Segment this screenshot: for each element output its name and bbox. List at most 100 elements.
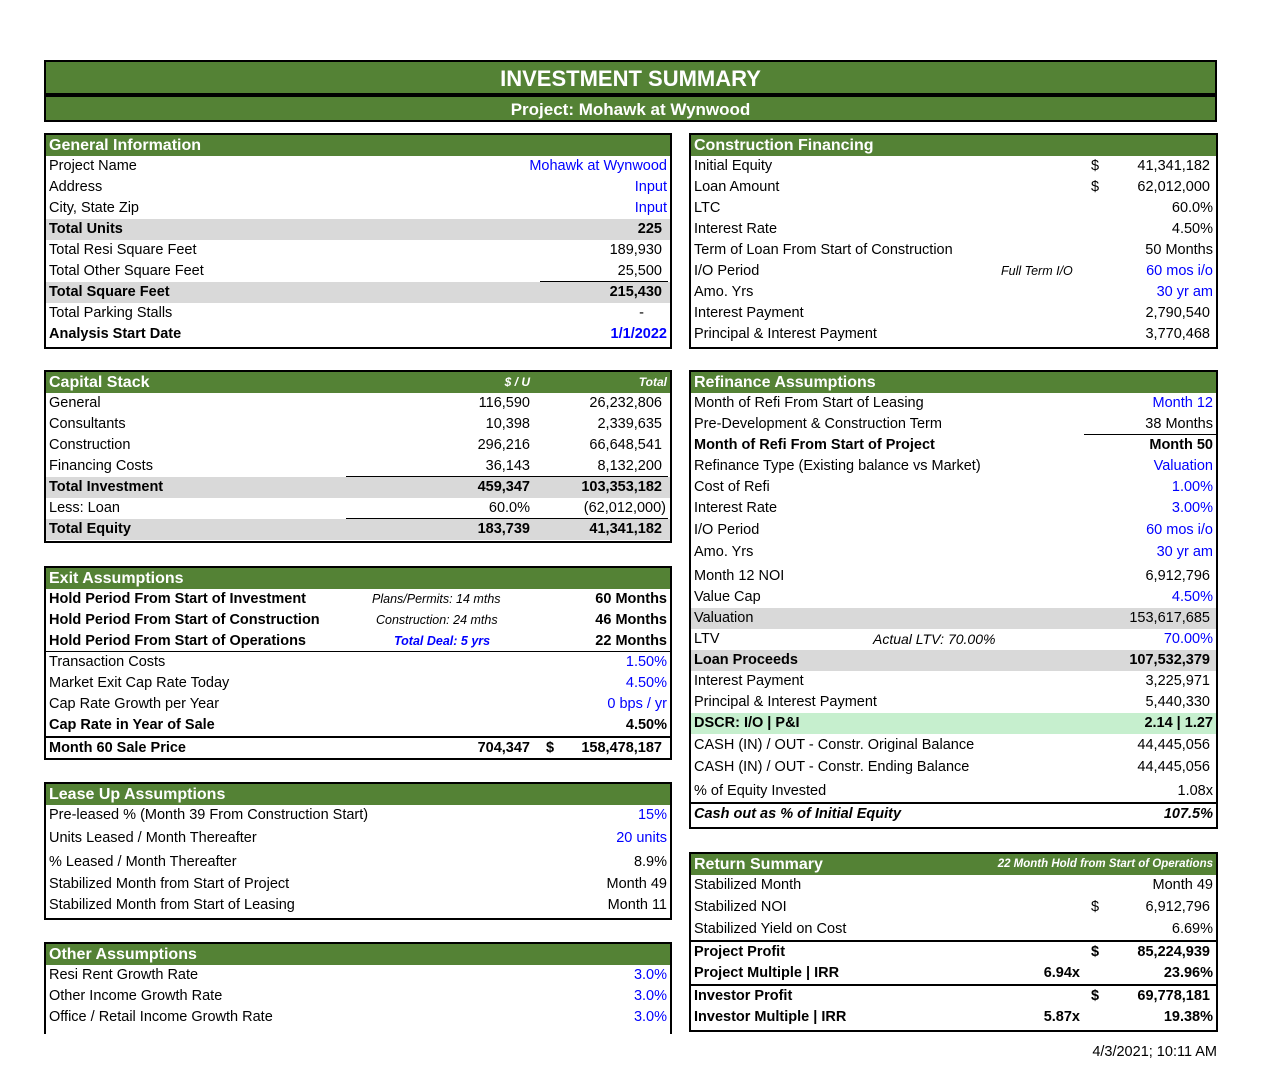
general-information-header: General Information (46, 135, 670, 156)
refi-month-input[interactable]: Month 12 (1153, 393, 1213, 414)
preleased-input[interactable]: 15% (638, 805, 667, 826)
refi-row-interest-rate: Interest Rate 3.00% (691, 498, 1216, 519)
refi-row-dscr: DSCR: I/O | P&I 2.14 | 1.27 (691, 713, 1216, 734)
analysis-start-date-input[interactable]: 1/1/2022 (611, 324, 667, 345)
return-row-project-profit: Project Profit $85,224,939 (691, 940, 1216, 963)
refi-row-value-cap: Value Cap 4.50% (691, 587, 1216, 608)
return-row-investor-multiple: Investor Multiple | IRR 5.87x 19.38% (694, 1009, 1213, 1025)
office-retail-growth-input[interactable]: 3.0% (634, 1007, 667, 1028)
general-row-resi-sf: Total Resi Square Feet 189,930 (49, 242, 662, 258)
lease-row-pct-leased: % Leased / Month Thereafter 8.9% (49, 854, 667, 870)
capital-stack-header: Capital Stack $ / U Total (46, 372, 670, 393)
other-row-other-growth: Other Income Growth Rate 3.0% (46, 986, 670, 1007)
cf-row-initial-equity: Initial Equity $41,341,182 (694, 158, 1210, 174)
return-summary-panel: Return Summary 22 Month Hold from Start o… (689, 852, 1218, 1032)
capital-row-total-equity: Total Equity 183,739 41,341,182 (46, 519, 670, 540)
exit-assumptions-panel: Exit Assumptions Hold Period From Start … (44, 566, 672, 760)
refi-io-period-input[interactable]: 60 mos i/o (1146, 519, 1213, 541)
project-subtitle: Project: Mohawk at Wynwood (44, 95, 1217, 122)
address-input[interactable]: Input (635, 177, 667, 198)
construction-financing-panel: Construction Financing Initial Equity $41… (689, 133, 1218, 349)
refi-row-noi: Month 12 NOI 6,912,796 (694, 568, 1210, 584)
market-exit-cap-input[interactable]: 4.50% (626, 673, 667, 694)
return-row-project-multiple: Project Multiple | IRR 6.94x 23.96% (694, 965, 1213, 981)
refi-cost-input[interactable]: 1.00% (1172, 477, 1213, 498)
lease-row-stab-leasing: Stabilized Month from Start of Leasing Mo… (49, 897, 667, 913)
capital-stack-panel: Capital Stack $ / U Total General 116,590 26… (44, 370, 672, 543)
refi-value-cap-input[interactable]: 4.50% (1172, 587, 1213, 608)
report-title: INVESTMENT SUMMARY (44, 60, 1217, 95)
refi-ltv-input[interactable]: 70.00% (1164, 629, 1213, 650)
lease-row-units-leased: Units Leased / Month Thereafter 20 units (46, 826, 670, 850)
cf-row-loan-amount: Loan Amount $62,012,000 (694, 179, 1210, 195)
refinance-header: Refinance Assumptions (691, 372, 1216, 393)
refi-row-cash-out: Cash out as % of Initial Equity 107.5% (691, 802, 1216, 825)
refinance-panel: Refinance Assumptions Month of Refi From… (689, 370, 1218, 829)
refi-row-month-leasing: Month of Refi From Start of Leasing Month… (691, 393, 1216, 414)
refi-row-predev-term: Pre-Development & Construction Term 38 Mo… (691, 414, 1216, 435)
refi-type-input[interactable]: Valuation (1154, 456, 1213, 477)
general-row-city: City, State Zip Input (46, 198, 670, 219)
capital-row-total-investment: Total Investment 459,347 103,353,182 (46, 477, 670, 498)
other-assumptions-header: Other Assumptions (46, 944, 670, 965)
timestamp: 4/3/2021; 10:11 AM (1092, 1044, 1217, 1060)
general-row-total-units: Total Units 225 (46, 219, 670, 240)
construction-financing-header: Construction Financing (691, 135, 1216, 156)
return-row-stab-noi: Stabilized NOI $6,912,796 (694, 899, 1210, 915)
exit-row-hold-construction: Hold Period From Start of Construction Co… (49, 612, 667, 628)
other-income-growth-input[interactable]: 3.0% (634, 986, 667, 1007)
lease-row-preleased: Pre-leased % (Month 39 From Construction… (46, 805, 670, 826)
capital-row-consultants: Consultants 10,398 2,339,635 (49, 416, 662, 432)
exit-row-sale-price: Month 60 Sale Price 704,347 $158,478,187 (46, 736, 670, 759)
exit-row-market-cap: Market Exit Cap Rate Today 4.50% (46, 673, 670, 694)
refi-row-type: Refinance Type (Existing balance vs Mark… (691, 456, 1216, 477)
capital-row-loan: Less: Loan 60.0% (62,012,000) (46, 498, 670, 519)
cf-row-term: Term of Loan From Start of Construction 5… (694, 242, 1213, 258)
refi-amo-input[interactable]: 30 yr am (1157, 541, 1213, 563)
cf-row-ltc: LTC 60.0% (694, 200, 1213, 216)
refi-row-cash-original: CASH (IN) / OUT - Constr. Original Balan… (694, 737, 1210, 753)
refi-row-ltv: LTV Actual LTV: 70.00% 70.00% (691, 629, 1216, 650)
lease-up-panel: Lease Up Assumptions Pre-leased % (Month… (44, 782, 672, 920)
cf-amo-input[interactable]: 30 yr am (1157, 282, 1213, 303)
exit-row-transaction-costs: Transaction Costs 1.50% (46, 652, 670, 673)
refi-interest-rate-input[interactable]: 3.00% (1172, 498, 1213, 519)
capital-row-construction: Construction 296,216 66,648,541 (49, 437, 662, 453)
cf-row-io-period: I/O Period Full Term I/O 60 mos i/o (691, 261, 1216, 282)
general-row-other-sf: Total Other Square Feet 25,500 (46, 261, 670, 282)
exit-row-cap-sale: Cap Rate in Year of Sale 4.50% (49, 717, 667, 733)
general-row-total-sf: Total Square Feet 215,430 (46, 282, 670, 303)
return-row-investor-profit: Investor Profit $69,778,181 (691, 984, 1216, 1007)
project-name-input[interactable]: Mohawk at Wynwood (529, 156, 667, 177)
lease-up-header: Lease Up Assumptions (46, 784, 670, 805)
cf-io-period-input[interactable]: 60 mos i/o (1146, 261, 1213, 282)
refi-row-cost: Cost of Refi 1.00% (691, 477, 1216, 498)
refi-row-cash-ending: CASH (IN) / OUT - Constr. Ending Balance… (694, 759, 1210, 775)
city-state-zip-input[interactable]: Input (635, 198, 667, 219)
refi-row-pi-payment: Principal & Interest Payment 5,440,330 (694, 694, 1210, 710)
general-row-address: Address Input (46, 177, 670, 198)
refi-row-valuation: Valuation 153,617,685 (691, 608, 1216, 629)
resi-rent-growth-input[interactable]: 3.0% (634, 965, 667, 986)
exit-assumptions-header: Exit Assumptions (46, 568, 670, 589)
units-leased-input[interactable]: 20 units (616, 826, 667, 850)
capital-row-financing: Financing Costs 36,143 8,132,200 (46, 456, 670, 477)
return-row-stab-month: Stabilized Month Month 49 (694, 877, 1213, 893)
cf-row-pi-payment: Principal & Interest Payment 3,770,468 (694, 326, 1210, 342)
transaction-costs-input[interactable]: 1.50% (626, 652, 667, 673)
capital-row-general: General 116,590 26,232,806 (49, 395, 662, 411)
general-row-start-date: Analysis Start Date 1/1/2022 (46, 324, 670, 345)
cf-row-amo: Amo. Yrs 30 yr am (691, 282, 1216, 303)
refi-row-month-project: Month of Refi From Start of Project Month… (694, 437, 1213, 453)
exit-row-hold-investment: Hold Period From Start of Investment Plan… (49, 591, 667, 607)
refi-row-interest-payment: Interest Payment 3,225,971 (694, 673, 1210, 689)
other-row-office-growth: Office / Retail Income Growth Rate 3.0% (46, 1007, 670, 1028)
return-row-yield: Stabilized Yield on Cost 6.69% (694, 921, 1213, 937)
return-summary-header: Return Summary 22 Month Hold from Start o… (691, 854, 1216, 875)
general-row-project-name: Project Name Mohawk at Wynwood (46, 156, 670, 177)
exit-row-hold-operations: Hold Period From Start of Operations Tota… (46, 631, 670, 652)
refi-row-loan-proceeds: Loan Proceeds 107,532,379 (691, 650, 1216, 671)
exit-row-cap-growth: Cap Rate Growth per Year 0 bps / yr (46, 694, 670, 715)
cap-rate-growth-input[interactable]: 0 bps / yr (607, 694, 667, 715)
refi-row-equity-invested: % of Equity Invested 1.08x (694, 783, 1213, 799)
